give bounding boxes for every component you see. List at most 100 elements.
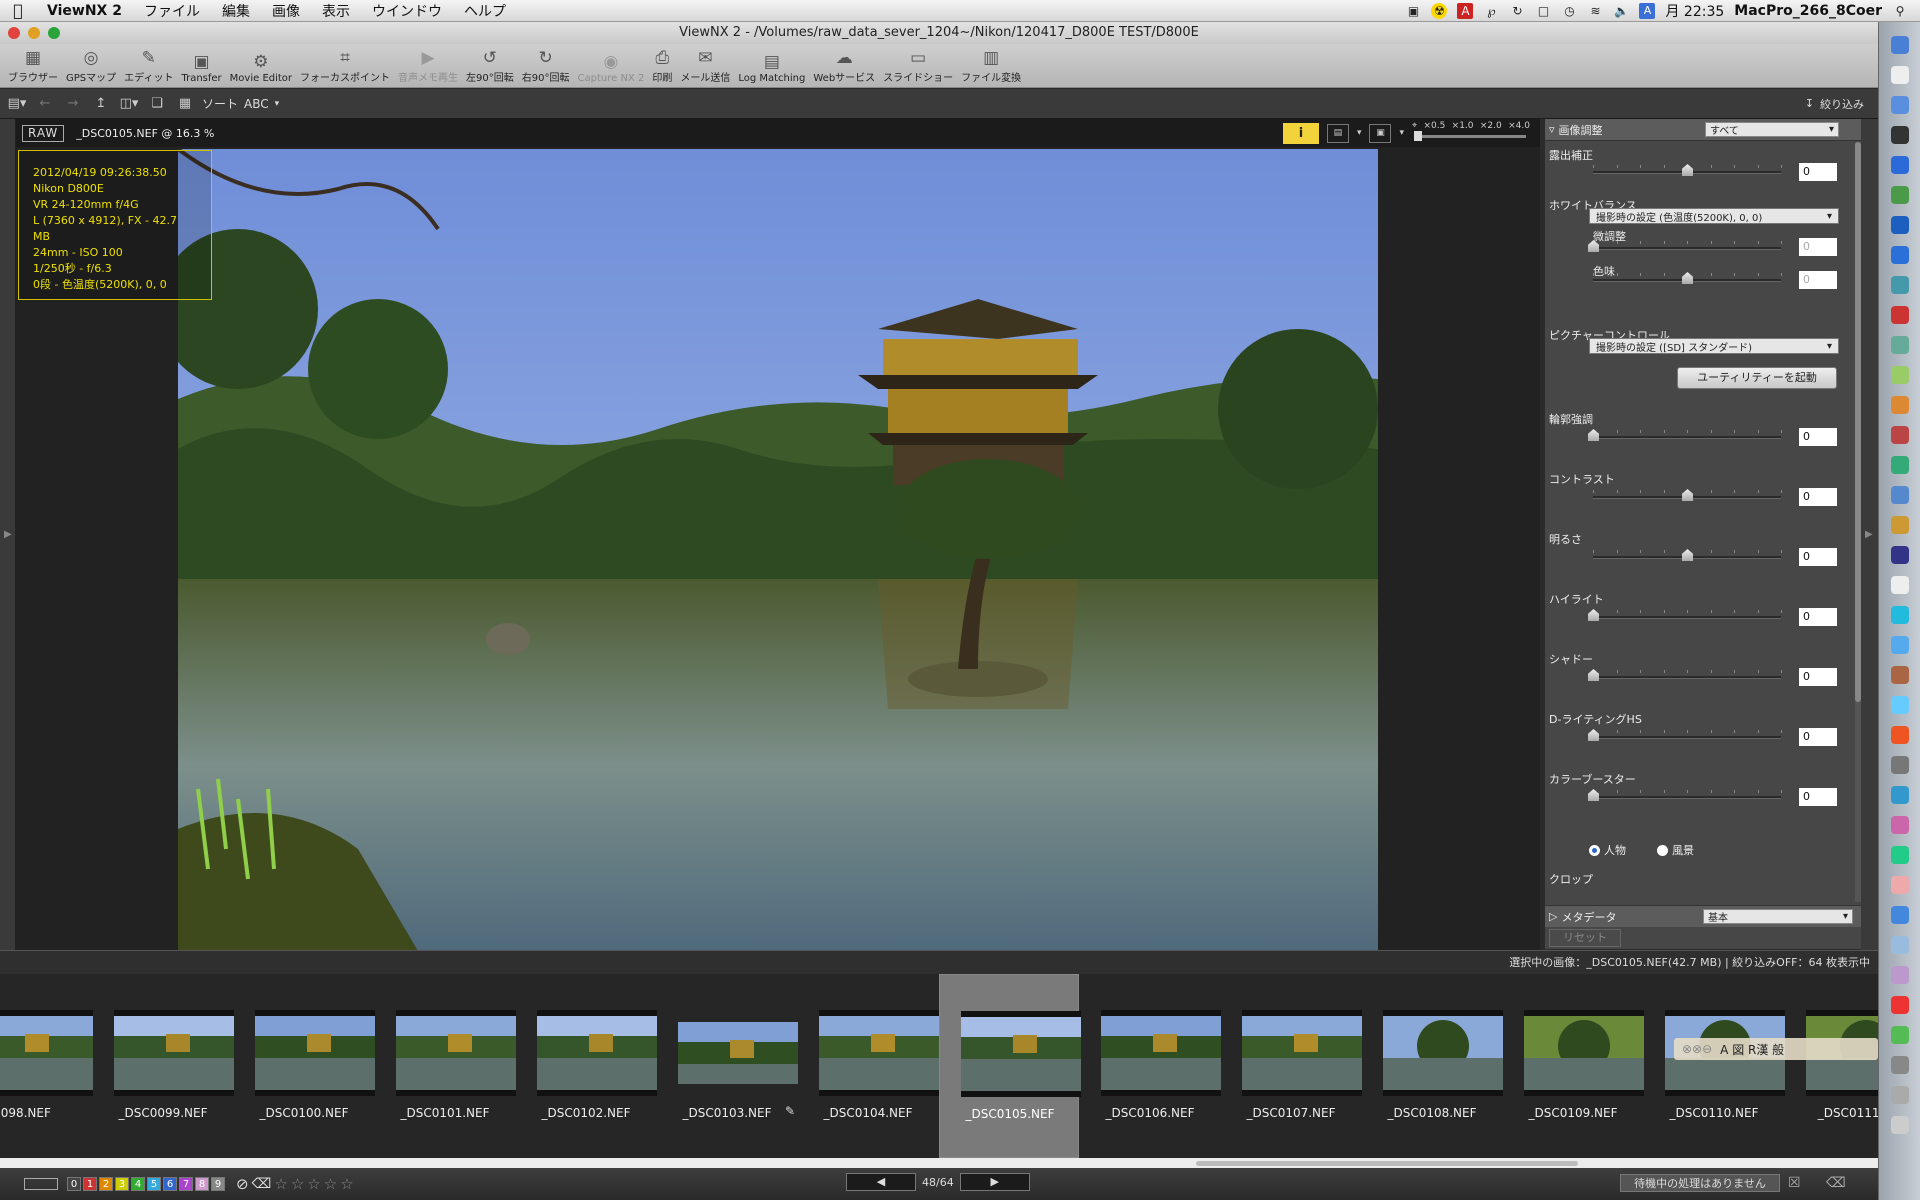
menu-extra-icon[interactable]: ▣ [1405, 3, 1421, 19]
app-icon[interactable] [1891, 336, 1909, 354]
cancel-icon[interactable]: ☒ [1788, 1175, 1801, 1191]
panel-scroll-thumb[interactable] [1855, 142, 1861, 702]
thumbnail-image[interactable] [678, 1010, 798, 1096]
adjust-slider-2[interactable] [1593, 549, 1782, 561]
queue-status[interactable]: 待機中の処理はありません [1620, 1174, 1780, 1192]
thumbnail-7[interactable]: _DSC0105.NEF [939, 974, 1081, 1158]
left-collapse-edge[interactable]: ▶ [0, 119, 16, 952]
label-filter-1[interactable]: 1 [83, 1177, 97, 1191]
app-icon[interactable] [1891, 816, 1909, 834]
messages-icon[interactable] [1891, 306, 1909, 324]
adjust-value-1[interactable]: 0 [1799, 488, 1837, 506]
zoom-slider[interactable]: ⌖ ×0.5 ×1.0 ×2.0 ×4.0 [1412, 121, 1530, 145]
toolbar-button-14[interactable]: ▭ スライドショー [879, 44, 957, 87]
bridge-icon[interactable] [1891, 216, 1909, 234]
adjust-slider-3[interactable] [1588, 609, 1782, 621]
toolbar-button-2[interactable]: ✎ エディット [120, 44, 177, 87]
photoshop-icon[interactable] [1891, 156, 1909, 174]
adjust-slider-1-knob[interactable] [1682, 489, 1693, 501]
adobe-menu-icon[interactable]: A [1457, 2, 1474, 19]
label-filter-3[interactable]: 3 [115, 1177, 129, 1191]
host-name[interactable]: MacPro_266_8Coer [1734, 3, 1882, 19]
white-balance-select[interactable]: 撮影時の設定 (色温度(5200K), 0, 0) ▾ [1589, 208, 1839, 224]
adjust-slider-0-knob[interactable] [1588, 429, 1599, 441]
filter-icon[interactable]: ↧ [1805, 97, 1814, 110]
thumbnail-image[interactable] [961, 1011, 1081, 1097]
fit-chevron-icon[interactable]: ▾ [1399, 128, 1404, 138]
thumbnail-image[interactable] [537, 1010, 657, 1096]
launch-utility-button[interactable]: ユーティリティーを起動 [1677, 367, 1837, 389]
mail-icon[interactable] [1891, 96, 1909, 114]
label-filter-4[interactable]: 4 [131, 1177, 145, 1191]
adjust-value-5[interactable]: 0 [1799, 728, 1837, 746]
main-photo[interactable] [178, 149, 1378, 951]
app-icon[interactable] [1891, 576, 1909, 594]
finder-icon[interactable] [1891, 36, 1909, 54]
toolbar-button-5[interactable]: ⌗ フォーカスポイント [296, 44, 394, 87]
sort-chevron-icon[interactable]: ▾ [275, 99, 280, 109]
thumbnail-8[interactable]: _DSC0106.NEF [1080, 974, 1221, 1158]
label-filter-5[interactable]: 5 [147, 1177, 161, 1191]
trash-icon[interactable]: ⌫ [1826, 1175, 1846, 1191]
thumbnail-image[interactable] [1242, 1010, 1362, 1096]
rating-star-3[interactable]: ☆ [307, 1175, 320, 1193]
adjust-slider-0[interactable] [1588, 429, 1782, 441]
adjust-value-0[interactable]: 0 [1799, 428, 1837, 446]
prev-image-button[interactable]: ◀ [846, 1173, 916, 1191]
adjust-value-3[interactable]: 0 [1799, 608, 1837, 626]
sort-select[interactable]: ABC [244, 97, 269, 111]
app-icon[interactable] [1891, 696, 1909, 714]
delete-rating-icon[interactable]: ⌫ [252, 1176, 272, 1192]
app-icon[interactable] [1891, 726, 1909, 744]
thumbnail-9[interactable]: _DSC0107.NEF [1221, 974, 1362, 1158]
adjust-slider-6-knob[interactable] [1588, 789, 1599, 801]
thumbnail-image[interactable] [396, 1010, 516, 1096]
adjust-slider-6[interactable] [1588, 789, 1782, 801]
menu-window[interactable]: ウインドウ [361, 1, 453, 21]
thumbnail-image[interactable] [114, 1010, 234, 1096]
app-icon[interactable] [1891, 996, 1909, 1014]
wb-tint-slider[interactable] [1593, 272, 1782, 284]
apple-menu-icon[interactable]:  [0, 1, 36, 20]
wb-fine-slider[interactable] [1588, 240, 1782, 252]
volume-icon[interactable]: 🔈 [1613, 3, 1629, 19]
label-filter-2[interactable]: 2 [99, 1177, 113, 1191]
toolbar-button-10[interactable]: ⎙ 印刷 [648, 44, 676, 87]
fit-screen-icon[interactable]: ▣ [1369, 123, 1392, 143]
radio-landscape-dot[interactable] [1657, 844, 1668, 856]
camera-settings-icon[interactable]: ▦ [174, 94, 196, 114]
adjust-slider-2-knob[interactable] [1682, 549, 1693, 561]
rating-star-4[interactable]: ☆ [324, 1175, 337, 1193]
metadata-header[interactable]: ▷ メタデータ 基本 ▾ [1545, 905, 1861, 927]
bluetooth-icon[interactable]: ℘ [1483, 3, 1499, 19]
folder-icon[interactable] [1891, 1026, 1909, 1044]
label-filter-8[interactable]: 8 [195, 1177, 209, 1191]
label-filter-6[interactable]: 6 [163, 1177, 177, 1191]
ime-palette[interactable]: ⊗⊗⊖ A 図 R漢 般 [1674, 1038, 1878, 1060]
display-icon[interactable]: □ [1535, 3, 1551, 19]
thumbnail-image[interactable] [819, 1010, 939, 1096]
app-icon[interactable] [1891, 876, 1909, 894]
toolbar-button-13[interactable]: ☁ Webサービス [809, 44, 879, 87]
app-icon[interactable] [1891, 666, 1909, 684]
adjust-filter-select[interactable]: すべて ▾ [1705, 122, 1839, 137]
camera-raw-icon[interactable] [1891, 426, 1909, 444]
adjust-header[interactable]: ▿ 画像調整 すべて ▾ [1545, 119, 1861, 141]
rating-star-5[interactable]: ☆ [340, 1175, 353, 1193]
forward-arrow-icon[interactable]: → [62, 94, 84, 114]
menu-view[interactable]: 表示 [311, 1, 361, 21]
downloads-icon[interactable] [1891, 1086, 1909, 1104]
expand-metadata-icon[interactable]: ▷ [1549, 910, 1557, 923]
radiation-icon[interactable]: ☢ [1431, 2, 1448, 19]
thumbnail-13[interactable]: _DSC0111.N [1785, 974, 1878, 1158]
thumbnail-5[interactable]: _DSC0103.NEF ✎ [657, 974, 798, 1158]
thumbnail-image[interactable] [255, 1010, 375, 1096]
preview-icon[interactable] [1891, 456, 1909, 474]
spotlight-icon[interactable]: ⚲ [1892, 3, 1908, 19]
zoom-window-button[interactable] [48, 27, 60, 39]
menu-edit[interactable]: 編集 [211, 1, 261, 21]
rating-star-1[interactable]: ☆ [274, 1175, 287, 1193]
toolbar-button-0[interactable]: ▦ ブラウザー [4, 44, 62, 87]
toolbar-button-11[interactable]: ✉ メール送信 [676, 44, 734, 87]
radio-person[interactable]: 人物 [1589, 842, 1626, 858]
